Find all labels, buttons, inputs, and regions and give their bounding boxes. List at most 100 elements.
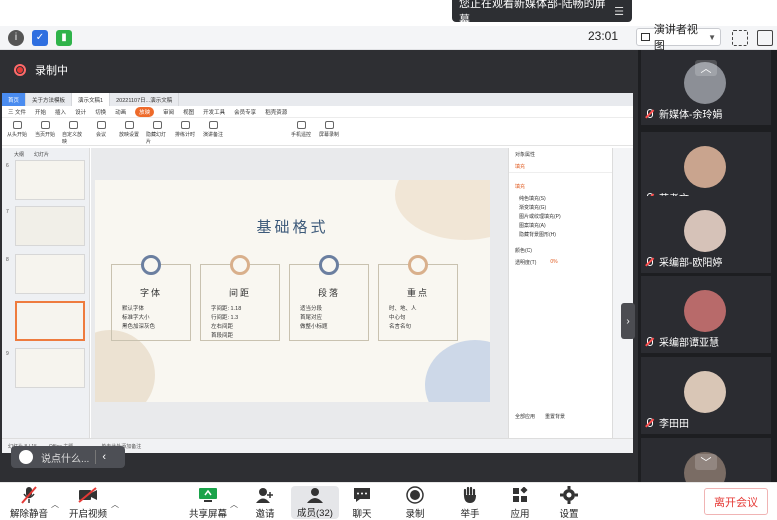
settings-button[interactable]: 设置 (559, 486, 579, 520)
wps-menu-file[interactable]: 三 文件 (8, 108, 26, 116)
wps-menu-view[interactable]: 视图 (183, 108, 194, 116)
start-video-button[interactable]: 开启视频 (69, 486, 107, 520)
hide-background-option[interactable]: 隐藏背景图形(H) (509, 230, 612, 239)
leave-meeting-button[interactable]: 离开会议 (704, 488, 768, 515)
invite-button[interactable]: 邀请 (255, 486, 275, 520)
mic-off-icon (645, 337, 654, 346)
outline-tab[interactable]: 大纲 (14, 151, 24, 158)
presenter-view-dropdown[interactable]: 演讲者视图 ▼ (636, 24, 721, 52)
slide-thumbnail[interactable] (15, 160, 85, 200)
apply-all-button[interactable]: 全部应用 (515, 413, 535, 420)
wps-menu-resources[interactable]: 稻壳资源 (265, 108, 287, 116)
avatar (684, 210, 726, 252)
card-body: 默认字体 标准字大小 黑色加深灰色 (122, 306, 156, 330)
wps-menu-dev[interactable]: 开发工具 (203, 108, 225, 116)
slide-thumbnail[interactable] (15, 348, 85, 388)
ribbon-meeting[interactable]: 会议 (90, 121, 112, 138)
panel-tab-fill[interactable]: 填充 (509, 161, 612, 173)
ribbon-settings[interactable]: 放映设置 (118, 121, 140, 138)
share-screen-button[interactable]: 共享屏幕 (189, 486, 227, 520)
participant-tile[interactable]: 采编部谭亚慧 (641, 276, 771, 353)
hand-icon (460, 486, 480, 504)
meeting-toolbar: 解除静音 ︿ 开启视频 ︿ 共享屏幕 ︿ 邀请 成员(32) 聊天 录制 举手 … (0, 482, 777, 520)
wps-menu-insert[interactable]: 插入 (55, 108, 66, 116)
signal-icon[interactable]: ▮ (56, 29, 72, 46)
wps-menu-start[interactable]: 开始 (35, 108, 46, 116)
settings-icon (124, 121, 134, 129)
ribbon-label: 放映设置 (118, 132, 139, 138)
wps-tab-doc2[interactable]: 演示文稿1 (72, 93, 111, 106)
wps-tab-doc3[interactable]: 20221107日...演示文稿 (110, 93, 180, 106)
ribbon-from-start[interactable]: 从头开始 (6, 121, 28, 138)
ribbon-custom[interactable]: 自定义放映 (62, 121, 84, 145)
fill-option-pattern[interactable]: 图案填充(A) (509, 221, 612, 230)
ribbon-current[interactable]: 当页开始 (34, 121, 56, 138)
shield-icon[interactable]: ✓ (32, 29, 48, 46)
transparency-value[interactable]: 0% (550, 259, 557, 266)
collapse-participants-handle[interactable]: › (621, 303, 635, 339)
timer-icon (180, 121, 190, 129)
slide-card: 段落 适当分段 首尾对应 做整小标题 (289, 255, 369, 341)
banner-menu-icon[interactable]: ☰ (614, 5, 624, 18)
sidebar-toggle-icon[interactable] (757, 30, 773, 46)
wps-menu-review[interactable]: 审阅 (163, 108, 174, 116)
reset-background-button[interactable]: 重置背景 (545, 413, 565, 420)
slide-card: 字体 默认字体 标准字大小 黑色加深灰色 (111, 255, 191, 341)
wps-menu-transition[interactable]: 切换 (95, 108, 106, 116)
scroll-down-icon[interactable]: ﹀ (695, 454, 717, 470)
participant-tile[interactable]: 采编部-欧阳婷 (641, 196, 771, 273)
scroll-up-icon[interactable]: ︿ (695, 60, 717, 76)
current-slide[interactable]: 基础格式 字体 默认字体 标准字大小 黑色加深灰色 间距 字间距: 1.18 行… (95, 180, 490, 402)
slide-thumbnail[interactable] (15, 254, 85, 294)
wps-menu-slideshow[interactable]: 放映 (135, 106, 155, 117)
wps-menu-animation[interactable]: 动画 (115, 108, 126, 116)
chevron-left-icon[interactable]: ‹ (102, 451, 106, 463)
ribbon-notes[interactable]: 演讲备注 (202, 121, 224, 138)
ribbon-phone[interactable]: 手机遥控 (290, 121, 312, 138)
recording-indicator: 录制中 (14, 62, 68, 78)
slide-edit-area: 基础格式 字体 默认字体 标准字大小 黑色加深灰色 间距 字间距: 1.18 行… (91, 148, 508, 438)
participant-tile[interactable]: 李田田 (641, 357, 771, 434)
chevron-up-icon[interactable]: ︿ (230, 499, 238, 510)
slide-number: 7 (6, 209, 9, 215)
fill-option-solid[interactable]: 纯色填充(S) (509, 194, 612, 203)
participant-name: 采编部-欧阳婷 (659, 258, 723, 269)
wps-menu-member[interactable]: 会员专享 (234, 108, 256, 116)
comment-input-box[interactable]: 说点什么... ‹ (11, 446, 125, 468)
slide-thumbnail[interactable] (15, 206, 85, 246)
slide-thumbnail-selected[interactable] (15, 301, 85, 341)
meeting-icon (96, 121, 106, 129)
fill-option-picture[interactable]: 图片或纹理填充(P) (509, 212, 612, 221)
chat-button[interactable]: 聊天 (352, 486, 372, 520)
chevron-up-icon[interactable]: ︿ (111, 499, 119, 510)
chevron-up-icon[interactable]: ︿ (51, 499, 59, 510)
decor-blob (425, 340, 490, 402)
members-button[interactable]: 成员(32) (291, 486, 339, 519)
invite-label: 邀请 (255, 509, 275, 520)
fill-option-gradient[interactable]: 渐变填充(G) (509, 203, 612, 212)
fullscreen-icon[interactable] (732, 30, 748, 46)
card-circle-icon (141, 255, 161, 275)
card-body: 字间距: 1.18 行间距: 1.3 左右间距 首段间距 (211, 306, 242, 339)
unmute-button[interactable]: 解除静音 (10, 486, 48, 520)
panel-title: 对象属性 (515, 152, 536, 158)
record-icon (405, 486, 425, 504)
raise-hand-button[interactable]: 举手 (460, 486, 480, 520)
card-title: 间距 (228, 289, 251, 299)
info-icon[interactable]: i (8, 29, 24, 46)
record-button[interactable]: 录制 (405, 486, 425, 520)
emoji-icon[interactable] (19, 450, 33, 464)
mic-off-icon (645, 418, 654, 427)
slides-tab[interactable]: 幻灯片 (34, 151, 49, 158)
ribbon-timing[interactable]: 排练计时 (174, 121, 196, 138)
ribbon-record[interactable]: 屏幕录制 (318, 121, 340, 138)
fill-section-label: 填充 (515, 184, 526, 190)
shared-screen: 首页 关于方法模板 演示文稿1 20221107日...演示文稿 三 文件 开始… (2, 93, 633, 453)
participant-name-row: 采编部-欧阳婷 (645, 254, 722, 269)
apps-button[interactable]: 应用 (510, 486, 530, 520)
wps-menu-design[interactable]: 设计 (75, 108, 86, 116)
wps-tab-home[interactable]: 首页 (2, 93, 27, 106)
ribbon-hide[interactable]: 隐藏幻灯片 (146, 121, 168, 145)
phone-icon (296, 121, 306, 129)
wps-tab-doc1[interactable]: 关于方法模板 (26, 93, 73, 106)
